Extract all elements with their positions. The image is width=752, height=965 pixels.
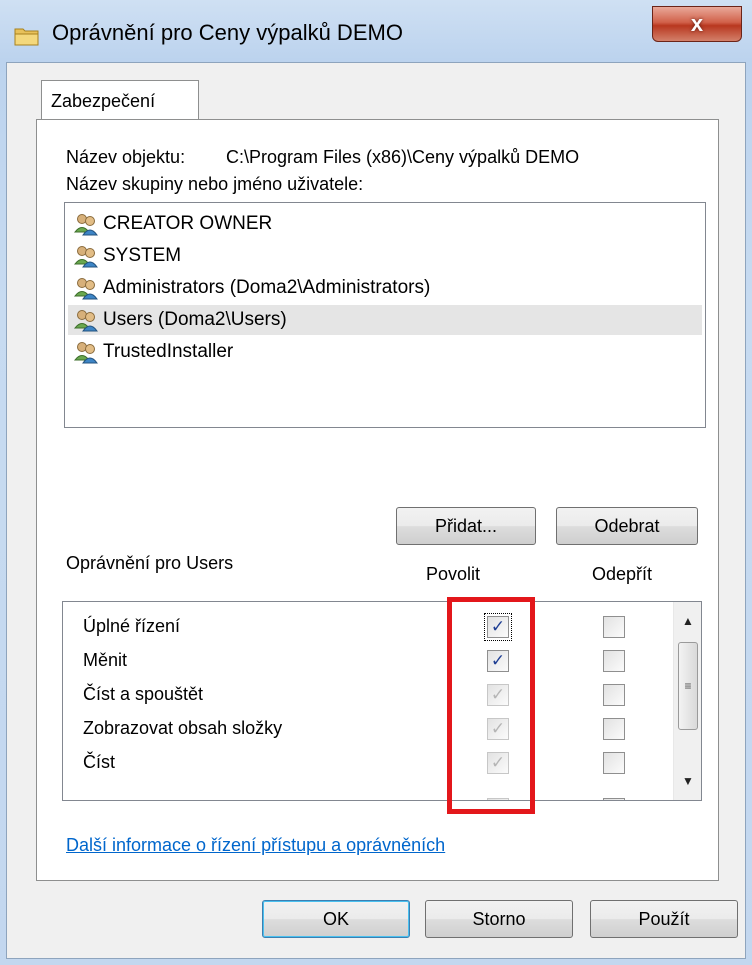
scroll-thumb[interactable]: ≡	[678, 642, 698, 730]
user-group-icon	[73, 246, 98, 268]
permission-name: Úplné řízení	[83, 616, 181, 636]
principal-item[interactable]: SYSTEM	[73, 241, 703, 271]
cancel-button[interactable]: Storno	[425, 900, 573, 938]
deny-checkbox[interactable]	[603, 684, 625, 706]
allow-checkbox: ✓	[487, 718, 509, 740]
permission-row-partial	[63, 792, 673, 800]
object-path: C:\Program Files (x86)\Ceny výpalků DEMO	[226, 147, 580, 167]
allow-checkbox: ✓	[487, 752, 509, 774]
close-button[interactable]: x	[652, 6, 742, 42]
deny-checkbox[interactable]	[603, 616, 625, 638]
principal-item[interactable]: CREATOR OWNER	[73, 209, 703, 239]
user-group-icon	[73, 214, 98, 236]
add-button[interactable]: Přidat...	[396, 507, 536, 545]
object-name-label: Název objektu:	[66, 147, 186, 167]
allow-checkbox[interactable]: ✓	[484, 613, 512, 641]
principal-label: TrustedInstaller	[103, 341, 234, 362]
principal-label: CREATOR OWNER	[103, 213, 273, 234]
allow-checkbox	[487, 798, 509, 800]
scroll-down-arrow-icon[interactable]: ▼	[674, 770, 701, 792]
permission-name: Zobrazovat obsah složky	[83, 718, 283, 738]
apply-button[interactable]: Použít	[590, 900, 738, 938]
dialog-window: Oprávnění pro Ceny výpalků DEMO x Zabezp…	[0, 0, 752, 965]
permission-row: Měnit ✓	[63, 644, 673, 678]
principal-item[interactable]: TrustedInstaller	[73, 337, 703, 367]
ok-button[interactable]: OK	[262, 900, 410, 938]
remove-button[interactable]: Odebrat	[556, 507, 698, 545]
deny-column-header: Odepřít	[592, 564, 653, 584]
permission-row: Číst ✓	[63, 746, 673, 780]
principal-item[interactable]: Administrators (Doma2\Administrators)	[73, 273, 703, 303]
deny-checkbox[interactable]	[603, 650, 625, 672]
folder-icon	[14, 28, 39, 46]
permission-row: Číst a spouštět ✓	[63, 678, 673, 712]
allow-checkbox: ✓	[487, 684, 509, 706]
principals-label: Název skupiny nebo jméno uživatele:	[66, 174, 364, 194]
permissions-scrollbar[interactable]: ▲ ≡ ▼	[673, 602, 701, 800]
permission-row: Zobrazovat obsah složky ✓	[63, 712, 673, 746]
allow-checkbox[interactable]: ✓	[487, 650, 509, 672]
permission-row: Úplné řízení ✓	[63, 610, 673, 644]
permissions-for-label: Oprávnění pro Users	[66, 553, 234, 573]
principal-label: Administrators (Doma2\Administrators)	[103, 277, 431, 298]
principal-label: SYSTEM	[103, 245, 182, 266]
principal-label: Users (Doma2\Users)	[103, 309, 287, 330]
close-icon: x	[690, 11, 704, 36]
principals-list[interactable]: CREATOR OWNER SYSTEM Administrators (Dom…	[64, 202, 706, 428]
deny-checkbox[interactable]	[603, 752, 625, 774]
deny-checkbox[interactable]	[603, 798, 625, 800]
permission-name: Číst a spouštět	[83, 684, 204, 704]
principal-item-selected[interactable]: Users (Doma2\Users)	[68, 305, 702, 335]
window-title: Oprávnění pro Ceny výpalků DEMO	[52, 20, 403, 45]
user-group-icon	[73, 342, 98, 364]
permission-name: Číst	[83, 752, 116, 772]
user-group-icon	[73, 278, 98, 300]
user-group-icon	[73, 310, 98, 332]
permissions-list[interactable]: Úplné řízení ✓ Měnit ✓ Číst a spouštět ✓…	[62, 601, 702, 801]
tab-security[interactable]: Zabezpečení	[41, 80, 199, 120]
title-bar[interactable]: Oprávnění pro Ceny výpalků DEMO x	[0, 0, 752, 62]
allow-column-header: Povolit	[426, 564, 481, 584]
help-link[interactable]: Další informace o řízení přístupu a oprá…	[66, 835, 445, 856]
permission-name: Měnit	[83, 650, 128, 670]
deny-checkbox[interactable]	[603, 718, 625, 740]
scroll-up-arrow-icon[interactable]: ▲	[674, 610, 701, 632]
